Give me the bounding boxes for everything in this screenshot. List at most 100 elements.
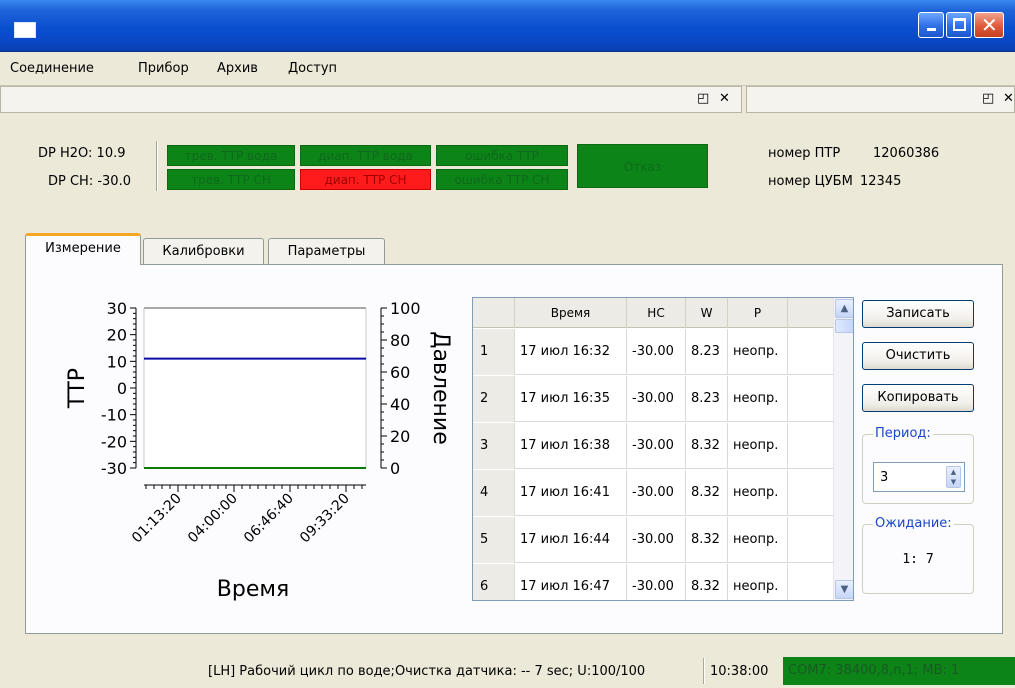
cubm-value: 12345 (860, 174, 902, 189)
period-label: Период: (873, 426, 933, 441)
row-time: 17 июл 16:35 (515, 376, 627, 422)
cubm-label: номер ЦУБМ (768, 174, 853, 189)
row-p: неопр. (728, 564, 788, 600)
indicator-range-water: диап. ТТР вода (300, 145, 431, 166)
row-index: 5 (473, 517, 515, 563)
separator (156, 141, 158, 191)
row-time: 17 июл 16:41 (515, 470, 627, 516)
row-w: 8.23 (686, 329, 728, 375)
row-hc: -30.00 (627, 329, 686, 375)
table-row[interactable]: 3 17 июл 16:38 -30.00 8.32 неопр. (473, 423, 833, 469)
row-index: 2 (473, 376, 515, 422)
indicator-range-ch: диап. ТТР СН (300, 169, 431, 190)
waiting-label: Ожидание: (873, 516, 954, 531)
header-p[interactable]: P (728, 298, 788, 328)
tab-calibrations[interactable]: Калибровки (143, 238, 264, 266)
menu-archive[interactable]: Архив (217, 61, 258, 76)
row-index: 1 (473, 329, 515, 375)
row-index: 6 (473, 564, 515, 600)
x-tick-label: 06:46:40 (241, 491, 297, 547)
table-header: Время НС W P (473, 298, 833, 328)
dock-panel-left: ◰ ✕ (0, 86, 742, 113)
menu-bar: Соединение Прибор Архив Доступ (0, 52, 1015, 86)
table-row[interactable]: 5 17 июл 16:44 -30.00 8.32 неопр. (473, 517, 833, 563)
tab-parameters[interactable]: Параметры (268, 238, 385, 266)
menu-connection[interactable]: Соединение (10, 61, 94, 76)
close-icon[interactable]: ✕ (719, 91, 730, 106)
row-p: неопр. (728, 329, 788, 375)
minimize-icon (927, 28, 936, 31)
indicator-trev-water: трев. ТТР вода (167, 145, 295, 166)
scroll-down-icon[interactable]: ▼ (835, 580, 853, 599)
table-row[interactable]: 6 17 июл 16:47 -30.00 8.32 неопр. (473, 564, 833, 600)
table-row[interactable]: 4 17 июл 16:41 -30.00 8.32 неопр. (473, 470, 833, 516)
dp-ch-value: DP CH: -30.0 (48, 174, 131, 189)
close-icon[interactable]: ✕ (1003, 91, 1014, 106)
left-tick-label: 20 (107, 326, 127, 345)
row-time: 17 июл 16:44 (515, 517, 627, 563)
table-row[interactable]: 2 17 июл 16:35 -30.00 8.23 неопр. (473, 376, 833, 422)
right-tick-label: 60 (390, 363, 410, 382)
scroll-thumb[interactable] (835, 319, 853, 333)
menu-access[interactable]: Доступ (288, 61, 337, 76)
x-tick-label: 01:13:20 (129, 491, 185, 547)
ttr-pressure-chart: 3020100-10-20-30ТТР100806040200Давление0… (65, 299, 453, 602)
indicator-error-ttr-ch: ошибка ТТР СН (436, 169, 568, 190)
maximize-icon (953, 18, 966, 31)
x-tick-label: 04:00:00 (185, 491, 241, 547)
status-separator (703, 658, 705, 684)
header-w[interactable]: W (686, 298, 728, 328)
indicator-trev-ch: трев. ТТР СН (167, 169, 295, 190)
plot-area (144, 308, 366, 468)
header-time[interactable]: Время (515, 298, 627, 328)
x-axis-label: Время (217, 577, 289, 602)
right-tick-label: 0 (390, 459, 400, 478)
spin-arrows-icon[interactable]: ▲ ▼ (946, 466, 961, 488)
ptr-label: номер ПТР (768, 146, 841, 161)
restore-icon[interactable]: ◰ (697, 91, 709, 106)
table-row[interactable]: 1 17 июл 16:32 -30.00 8.23 неопр. (473, 329, 833, 375)
restore-icon[interactable]: ◰ (982, 91, 994, 106)
left-tick-label: -20 (101, 432, 127, 451)
close-button[interactable]: ✕ (974, 12, 1004, 38)
row-hc: -30.00 (627, 376, 686, 422)
header-index (473, 298, 515, 328)
dock-panel-right: ◰ ✕ (746, 86, 1015, 113)
right-tick-label: 20 (390, 427, 410, 446)
row-index: 3 (473, 423, 515, 469)
period-spinbox[interactable]: 3 ▲ ▼ (873, 462, 965, 492)
row-time: 17 июл 16:32 (515, 329, 627, 375)
x-tick-label: 09:33:20 (297, 491, 353, 547)
period-value[interactable]: 3 (880, 470, 888, 485)
measurement-table[interactable]: Время НС W P 1 17 июл 16:32 -30.00 8.23 неоп… (472, 297, 854, 601)
period-group: Период: 3 ▲ ▼ (862, 426, 974, 504)
row-hc: -30.00 (627, 517, 686, 563)
left-tick-label: -10 (101, 406, 127, 425)
maximize-button[interactable] (946, 12, 972, 38)
scroll-up-icon[interactable]: ▲ (835, 299, 853, 318)
row-p: неопр. (728, 470, 788, 516)
row-hc: -30.00 (627, 564, 686, 600)
waiting-value: 1: 7 (902, 552, 934, 567)
row-p: неопр. (728, 517, 788, 563)
right-tick-label: 100 (390, 299, 421, 318)
status-com-port: COM7: 38400,8,n,1; MB: 1 (783, 657, 1015, 685)
status-time: 10:38:00 (710, 664, 769, 679)
left-tick-label: 30 (107, 299, 127, 318)
menu-device[interactable]: Прибор (138, 61, 189, 76)
tab-measurement[interactable]: Измерение (25, 233, 141, 265)
row-p: неопр. (728, 376, 788, 422)
minimize-button[interactable] (918, 12, 944, 38)
row-w: 8.32 (686, 423, 728, 469)
row-w: 8.32 (686, 564, 728, 600)
table-scrollbar[interactable]: ▲ ▼ (833, 298, 853, 600)
copy-button[interactable]: Копировать (862, 384, 974, 412)
record-button[interactable]: Записать (862, 300, 974, 328)
right-tick-label: 40 (390, 395, 410, 414)
title-bar[interactable]: ✕ (0, 0, 1015, 52)
header-hc[interactable]: НС (627, 298, 686, 328)
clear-button[interactable]: Очистить (862, 342, 974, 370)
close-icon: ✕ (981, 13, 998, 37)
row-w: 8.32 (686, 470, 728, 516)
status-bar: [LH] Рабочий цикл по воде;Очистка датчик… (0, 654, 1015, 688)
